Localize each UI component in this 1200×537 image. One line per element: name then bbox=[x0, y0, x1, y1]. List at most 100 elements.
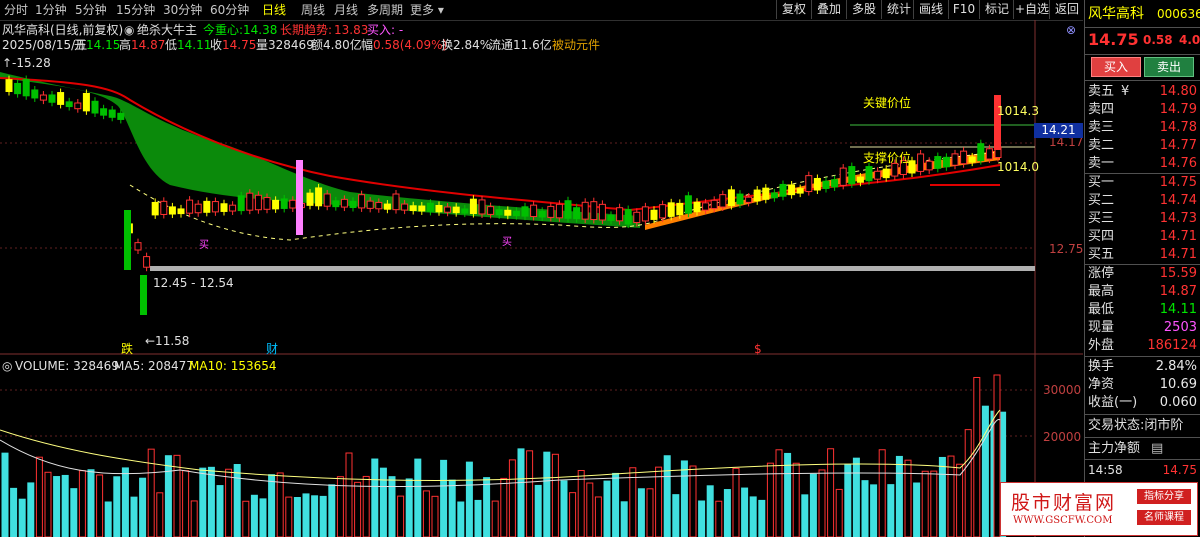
stock-name-row: 风华高科 000636 bbox=[1085, 5, 1200, 25]
close-info: 收14.75 bbox=[210, 38, 257, 52]
mark-button[interactable]: 标记 bbox=[979, 0, 1014, 19]
volume-bar bbox=[577, 469, 585, 537]
sell-button[interactable]: 卖出 bbox=[1144, 57, 1194, 77]
candle-body bbox=[14, 82, 22, 95]
stat-low: 最低 14.11 bbox=[1088, 302, 1197, 317]
stat-high: 最高 14.87 bbox=[1088, 284, 1197, 299]
candle-body bbox=[237, 195, 245, 212]
candle-body bbox=[925, 160, 933, 171]
close-icon[interactable]: ⊗ bbox=[1066, 23, 1076, 37]
candle-body bbox=[693, 201, 701, 213]
volume-bar bbox=[947, 455, 955, 537]
candle-body bbox=[865, 166, 873, 182]
volume-bar bbox=[534, 484, 542, 537]
candle-body bbox=[934, 156, 942, 169]
multi-stock-button[interactable]: 多股 bbox=[846, 0, 881, 19]
candle-body bbox=[727, 189, 735, 206]
key-level-label: 关键价位 bbox=[863, 96, 912, 110]
current-price: 14.75 bbox=[1088, 30, 1139, 49]
candle-body bbox=[160, 200, 168, 215]
candle-body bbox=[392, 193, 400, 211]
candle-body bbox=[770, 192, 778, 199]
candle-body bbox=[39, 94, 47, 101]
buy-signal-label: 买入: - bbox=[367, 23, 404, 37]
indicator-name: 绝杀大牛主 bbox=[137, 23, 198, 37]
period-tab-1min[interactable]: 1分钟 bbox=[35, 2, 67, 18]
overlay-button[interactable]: 叠加 bbox=[811, 0, 846, 19]
candle-body bbox=[332, 200, 340, 208]
volume-bar bbox=[715, 500, 723, 537]
volume-bar bbox=[268, 474, 276, 537]
main-flow-row[interactable]: 主力净额 ▤ bbox=[1085, 440, 1200, 458]
volume-bar bbox=[328, 484, 336, 537]
volume-bar bbox=[672, 494, 680, 537]
volume-toggle-icon[interactable]: ◎ bbox=[2, 359, 12, 373]
period-tab-weekly[interactable]: 周线 bbox=[301, 2, 325, 18]
volume-bar bbox=[586, 482, 594, 537]
fuquan-button[interactable]: 复权 bbox=[776, 0, 811, 19]
period-tab-30min[interactable]: 30分钟 bbox=[163, 2, 202, 18]
period-tab-15min[interactable]: 15分钟 bbox=[116, 2, 155, 18]
candle-body bbox=[641, 206, 649, 222]
f10-button[interactable]: F10 bbox=[948, 0, 979, 19]
volume-bar bbox=[345, 452, 353, 537]
period-tab-more[interactable]: 更多 ▾ bbox=[410, 2, 444, 18]
volume-bar bbox=[156, 492, 164, 537]
volume-bar bbox=[895, 455, 903, 537]
tick-row: 14:58 14.75 bbox=[1088, 463, 1197, 477]
watermark-title: 股市财富网 bbox=[1011, 492, 1117, 514]
draw-line-button[interactable]: 画线 bbox=[913, 0, 948, 19]
candle-body bbox=[469, 198, 477, 215]
list-icon[interactable]: ▤ bbox=[1151, 440, 1163, 458]
price-change-pct: 4.0 bbox=[1179, 33, 1200, 47]
volume-bar bbox=[44, 471, 52, 537]
volume-bar bbox=[680, 460, 688, 537]
volume-bar bbox=[362, 475, 370, 537]
period-tab-fenshi[interactable]: 分时 bbox=[4, 2, 28, 18]
candle-body bbox=[383, 203, 391, 210]
candle-body bbox=[977, 143, 985, 162]
period-tab-monthly[interactable]: 月线 bbox=[334, 2, 358, 18]
indicator-toggle-icon[interactable]: ◉ bbox=[124, 23, 134, 37]
stat-outer-volume: 外盘 186124 bbox=[1088, 338, 1197, 353]
candle-body bbox=[289, 199, 297, 209]
back-button[interactable]: 返回 bbox=[1049, 0, 1084, 19]
volume-bar bbox=[827, 448, 835, 537]
volume-bar bbox=[973, 376, 981, 537]
volume-bar bbox=[440, 459, 448, 537]
period-tab-multi[interactable]: 多周期 bbox=[367, 2, 403, 18]
candle-body bbox=[409, 205, 417, 212]
add-watchlist-button[interactable]: +自选 bbox=[1013, 0, 1050, 19]
buy-mark-1: 买 bbox=[199, 240, 209, 251]
volume-bar bbox=[612, 472, 620, 537]
volume-ma5: MA5: 208477 bbox=[114, 359, 194, 373]
volume-bar bbox=[259, 498, 267, 537]
volume-bar bbox=[809, 473, 817, 537]
volume-bar bbox=[199, 467, 207, 537]
candle-body bbox=[521, 206, 529, 217]
buy-button[interactable]: 买入 bbox=[1091, 57, 1141, 77]
volume-bar bbox=[225, 468, 233, 537]
volume-bar bbox=[560, 480, 568, 537]
period-tab-daily[interactable]: 日线 bbox=[262, 2, 286, 18]
long-trend-label: 长期趋势: bbox=[280, 23, 333, 37]
candle-body bbox=[573, 207, 581, 220]
volume-bar bbox=[904, 459, 912, 537]
period-tab-5min[interactable]: 5分钟 bbox=[75, 2, 107, 18]
statistics-button[interactable]: 统计 bbox=[881, 0, 916, 19]
volume-bar bbox=[414, 458, 422, 537]
volume-bar bbox=[379, 467, 387, 537]
price-change: 0.58 bbox=[1143, 33, 1173, 47]
volume-bar bbox=[431, 495, 439, 537]
candle-body bbox=[323, 193, 331, 207]
volume-bar bbox=[405, 478, 413, 537]
candle-body bbox=[117, 112, 125, 120]
candle-body bbox=[968, 156, 976, 163]
candle-body bbox=[487, 206, 495, 215]
candle-body bbox=[375, 201, 383, 210]
range-info: 幅0.58(4.09%) bbox=[361, 38, 448, 52]
volume-bar bbox=[388, 476, 396, 537]
sector-tag[interactable]: 被动元件 bbox=[552, 38, 600, 52]
period-tab-60min[interactable]: 60分钟 bbox=[210, 2, 249, 18]
kline-chart-area[interactable]: 风华高科(日线,前复权) ◉ 绝杀大牛主 今重心: 14.38 长期趋势: 13… bbox=[0, 20, 1083, 537]
